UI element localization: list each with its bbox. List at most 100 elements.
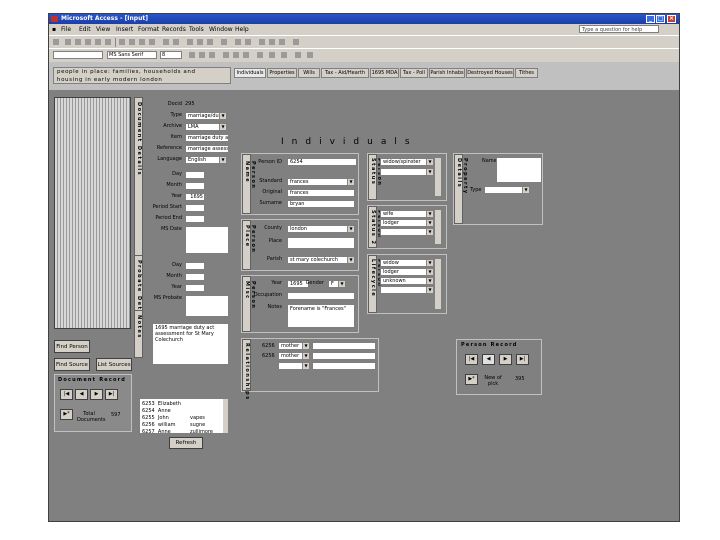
sort-desc-icon[interactable] [173,39,179,45]
sort-asc-icon[interactable] [163,39,169,45]
relationship-new-extra-field[interactable] [312,362,376,370]
print-icon[interactable] [85,39,91,45]
italic-icon[interactable] [199,52,205,58]
menu-tools[interactable]: Tools [189,24,204,35]
find-source-button[interactable]: Find Source [54,358,90,371]
chevron-down-icon[interactable]: ▼ [219,113,226,119]
county-select[interactable]: london ▼ [287,225,355,233]
type-select[interactable]: marriage/dues ▼ [185,112,227,120]
chevron-down-icon[interactable]: ▼ [522,187,529,193]
chevron-down-icon[interactable]: ▼ [347,257,354,263]
chevron-down-icon[interactable]: ▼ [347,179,354,185]
find-icon[interactable] [221,39,227,45]
chevron-down-icon[interactable]: ▼ [426,269,433,275]
bold-icon[interactable] [189,52,195,58]
chevron-down-icon[interactable]: ▼ [302,353,309,359]
new-object-icon[interactable] [279,39,285,45]
scrollbar[interactable] [435,210,441,244]
status-new-select[interactable]: ▼ [380,168,434,176]
new-record-icon[interactable] [235,39,241,45]
font-select[interactable]: MS Sans Serif [107,51,157,59]
document-notes-field[interactable]: 1695 marriage duty act assessment for St… [152,323,229,365]
tab-properties[interactable]: Properties [267,68,297,78]
search-icon[interactable] [75,39,81,45]
align-center-icon[interactable] [233,52,239,58]
chevron-down-icon[interactable]: ▼ [426,211,433,217]
relationship-select[interactable]: mother ▼ [278,352,310,360]
paste-icon[interactable] [139,39,145,45]
tab-parish-inhabs[interactable]: Parish Inhabs [429,68,465,78]
new-record-icon[interactable]: ▶* [60,409,73,420]
maximize-button[interactable]: □ [656,15,665,23]
last-record-icon[interactable]: ▶| [105,389,118,400]
chevron-down-icon[interactable]: ▼ [219,157,226,163]
find-person-button[interactable]: Find Person [54,340,90,353]
status-2-select[interactable]: wife ▼ [380,210,434,218]
place-field[interactable] [287,237,355,249]
copy-icon[interactable] [129,39,135,45]
status-2-select[interactable]: lodger ▼ [380,219,434,227]
person-new-record-icon[interactable]: ▶* [465,374,478,385]
person-last-record-icon[interactable]: ▶| [516,354,529,365]
property-type-select[interactable]: ▼ [484,186,530,194]
chevron-down-icon[interactable]: ▼ [426,159,433,165]
chevron-down-icon[interactable]: ▼ [302,363,309,369]
day-field[interactable] [185,171,205,179]
special-effect-icon[interactable] [307,52,313,58]
tab-1695-mda[interactable]: 1695 MDA [370,68,399,78]
filter-form-icon[interactable] [197,39,203,45]
chevron-down-icon[interactable]: ▼ [347,226,354,232]
lifecycle-new-select[interactable]: ▼ [380,286,434,294]
database-window-icon[interactable] [269,39,275,45]
list-sources-button[interactable]: List Sources [96,358,132,371]
minimize-button[interactable]: _ [646,15,655,23]
tab-tax-poll[interactable]: Tax - Poll [400,68,428,78]
language-select[interactable]: English ▼ [185,156,227,164]
ms-probate-field[interactable] [185,295,229,317]
person-id-field[interactable]: 6254 [287,158,357,166]
tab-tithes[interactable]: Tithes [515,68,538,78]
parish-select[interactable]: st mary colechurch ▼ [287,256,355,264]
misc-notes-field[interactable]: Forename is "Frances" [287,304,355,328]
relationship-select[interactable]: mother ▼ [278,342,310,350]
preview-icon[interactable] [95,39,101,45]
scrollbar[interactable] [435,259,441,309]
menu-file[interactable]: File [61,24,71,35]
property-name-field[interactable] [496,157,542,183]
archive-select[interactable]: LMA ▼ [185,123,227,131]
month-field[interactable] [185,182,205,190]
period-start-field[interactable] [185,204,205,212]
item-field[interactable]: marriage duty assessments [185,134,229,142]
save-icon[interactable] [65,39,71,45]
relationship-extra-field[interactable] [312,342,376,350]
tab-wills[interactable]: Wills [298,68,320,78]
person-first-record-icon[interactable]: |◀ [465,354,478,365]
tab-individuals[interactable]: Individuals [234,68,266,78]
menu-edit[interactable]: Edit [79,24,91,35]
chevron-down-icon[interactable]: ▼ [302,343,309,349]
cut-icon[interactable] [119,39,125,45]
lifecycle-select[interactable]: unknown ▼ [380,277,434,285]
fill-color-icon[interactable] [257,52,263,58]
probate-day-field[interactable] [185,262,205,270]
help-icon[interactable] [293,39,299,45]
list-item[interactable]: 6257 Anne [142,429,171,435]
tab-tax-aid-hearth[interactable]: Tax - Aid/Hearth [321,68,369,78]
font-size-select[interactable]: 8 [160,51,182,59]
line-width-icon[interactable] [295,52,301,58]
tab-destroyed-houses[interactable]: Destroyed Houses [466,68,514,78]
list-item[interactable]: 6253 Elizabeth [142,401,181,407]
align-right-icon[interactable] [243,52,249,58]
next-record-icon[interactable]: ▶ [90,389,103,400]
underline-icon[interactable] [209,52,215,58]
occupation-field[interactable] [287,292,355,300]
menu-records[interactable]: Records [162,24,186,35]
probate-month-field[interactable] [185,273,205,281]
view-icon[interactable] [53,39,59,45]
undo-icon[interactable] [149,39,155,45]
menu-view[interactable]: View [96,24,110,35]
reference-field[interactable]: marriage assessments 1695 [185,145,229,153]
help-search-input[interactable]: Type a question for help [579,25,659,33]
filter-icon[interactable] [187,39,193,45]
chevron-down-icon[interactable]: ▼ [426,287,433,293]
